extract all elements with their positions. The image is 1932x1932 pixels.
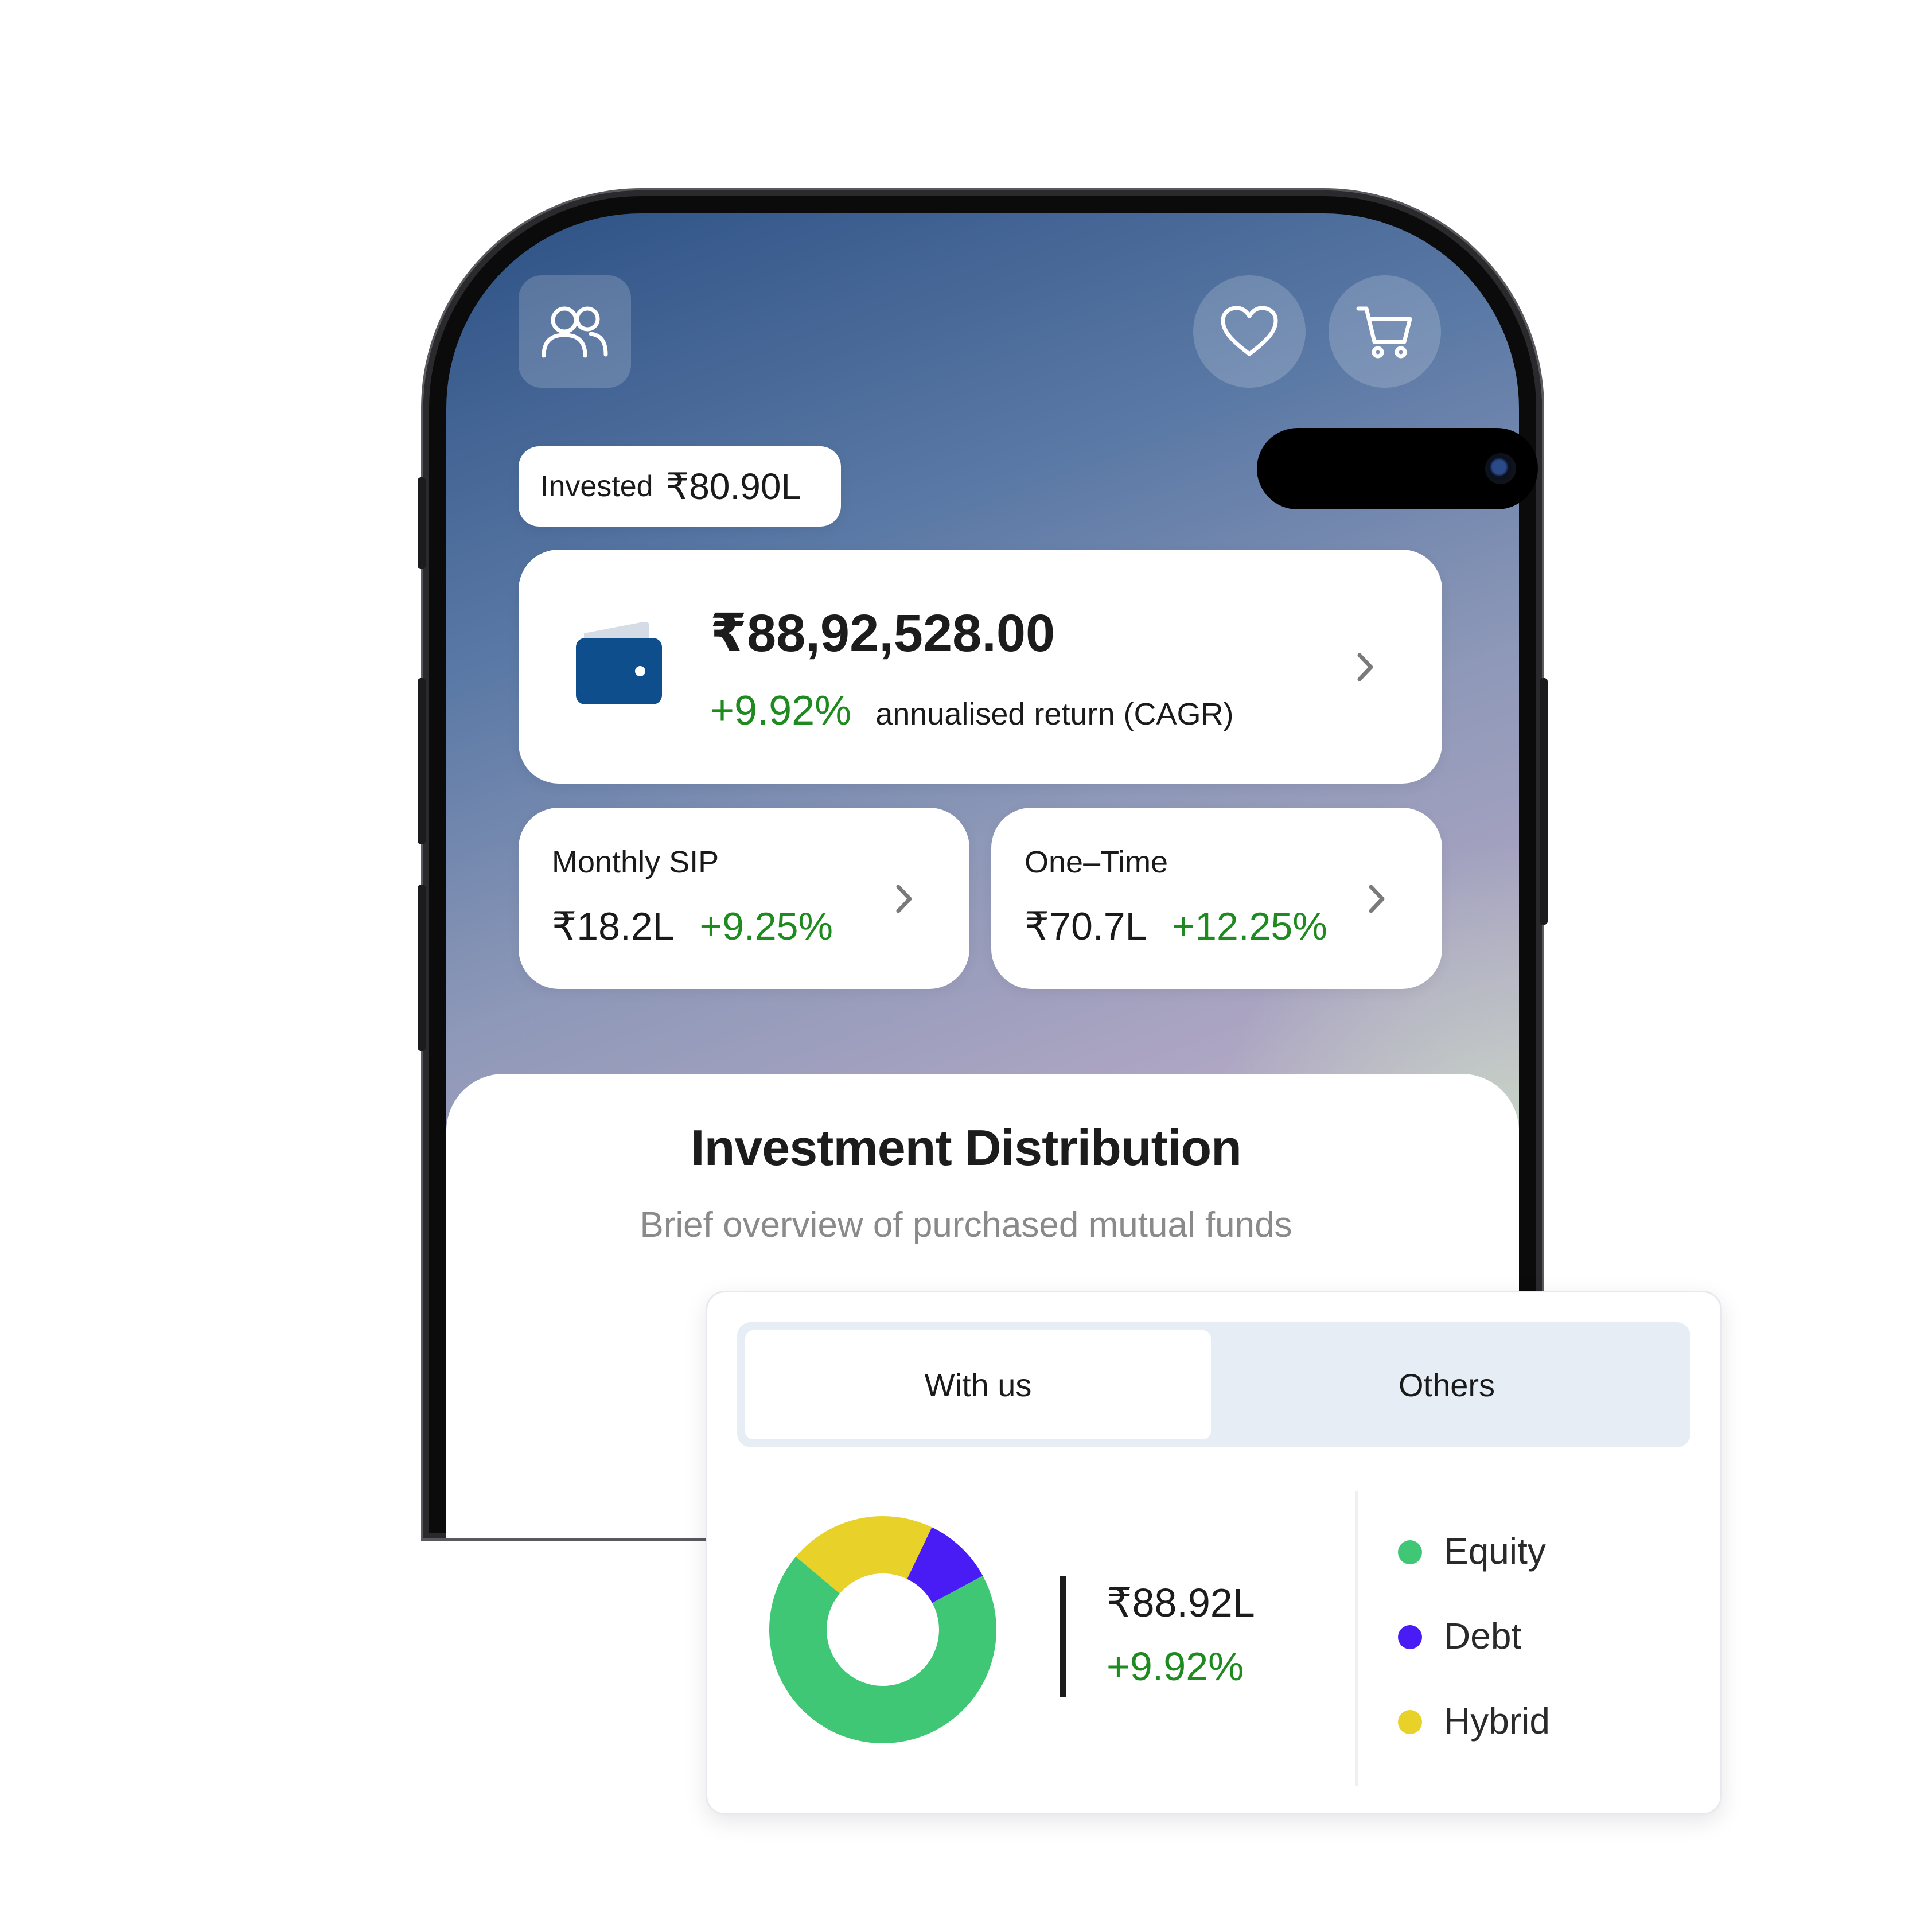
users-icon bbox=[542, 306, 608, 358]
chevron-right-icon bbox=[896, 885, 912, 913]
chevron-right-icon bbox=[1369, 885, 1385, 913]
portfolio-card[interactable]: ₹88,92,528.00 +9.92% annualised return (… bbox=[519, 550, 1442, 784]
portfolio-return-label: annualised return (CAGR) bbox=[875, 697, 1234, 731]
phone-side-button bbox=[1540, 678, 1548, 925]
legend-label-debt: Debt bbox=[1444, 1615, 1522, 1657]
legend-dot-debt bbox=[1398, 1625, 1422, 1649]
legend-dot-equity bbox=[1398, 1540, 1422, 1564]
one-time-value-row: ₹70.7L +12.25% bbox=[1025, 904, 1327, 949]
invested-pill: Invested ₹80.90L bbox=[519, 446, 841, 527]
sip-value-row: ₹18.2L +9.25% bbox=[552, 904, 833, 949]
heart-icon bbox=[1221, 306, 1278, 356]
wishlist-button[interactable] bbox=[1193, 275, 1306, 388]
portfolio-return-row: +9.92% annualised return (CAGR) bbox=[710, 687, 1233, 734]
one-time-return-pct: +12.25% bbox=[1172, 905, 1327, 948]
sip-value: ₹18.2L bbox=[552, 905, 675, 948]
legend-divider bbox=[1355, 1491, 1358, 1786]
sip-return-pct: +9.25% bbox=[699, 905, 833, 948]
summary-return: +9.92% bbox=[1107, 1644, 1244, 1689]
one-time-label: One–Time bbox=[1025, 845, 1168, 879]
summary-divider bbox=[1060, 1576, 1066, 1697]
invested-label: Invested bbox=[540, 470, 653, 503]
portfolio-total-value: ₹88,92,528.00 bbox=[710, 604, 1055, 663]
phone-side-button bbox=[418, 678, 426, 844]
sip-label: Monthly SIP bbox=[552, 845, 719, 879]
legend-dot-hybrid bbox=[1398, 1710, 1422, 1734]
chevron-right-icon bbox=[1357, 653, 1373, 681]
tab-others[interactable]: Others bbox=[1211, 1330, 1682, 1439]
distribution-tabs: With us Others bbox=[737, 1322, 1690, 1447]
summary-value: ₹88.92L bbox=[1107, 1580, 1255, 1625]
tab-with-us[interactable]: With us bbox=[745, 1330, 1211, 1439]
portfolio-return-pct: +9.92% bbox=[710, 688, 852, 734]
distribution-card: With us Others ₹88.92L +9.92% Equity Deb… bbox=[706, 1291, 1722, 1815]
cart-button[interactable] bbox=[1329, 275, 1441, 388]
one-time-card[interactable]: One–Time ₹70.7L +12.25% bbox=[991, 808, 1442, 989]
invested-value: ₹80.90L bbox=[665, 465, 802, 507]
phone-side-button bbox=[418, 477, 426, 569]
wallet-icon bbox=[576, 622, 662, 704]
profile-button[interactable] bbox=[519, 275, 631, 388]
dynamic-island bbox=[1257, 428, 1538, 509]
phone-side-button bbox=[418, 885, 426, 1051]
legend-label-equity: Equity bbox=[1444, 1530, 1546, 1572]
legend-label-hybrid: Hybrid bbox=[1444, 1700, 1550, 1742]
distribution-title: Investment Distribution bbox=[691, 1119, 1242, 1176]
cart-icon bbox=[1356, 306, 1412, 359]
donut-chart bbox=[769, 1516, 996, 1743]
camera-lens bbox=[1485, 453, 1516, 484]
one-time-value: ₹70.7L bbox=[1025, 905, 1147, 948]
monthly-sip-card[interactable]: Monthly SIP ₹18.2L +9.25% bbox=[519, 808, 969, 989]
distribution-subtitle: Brief overview of purchased mutual funds bbox=[640, 1205, 1292, 1245]
